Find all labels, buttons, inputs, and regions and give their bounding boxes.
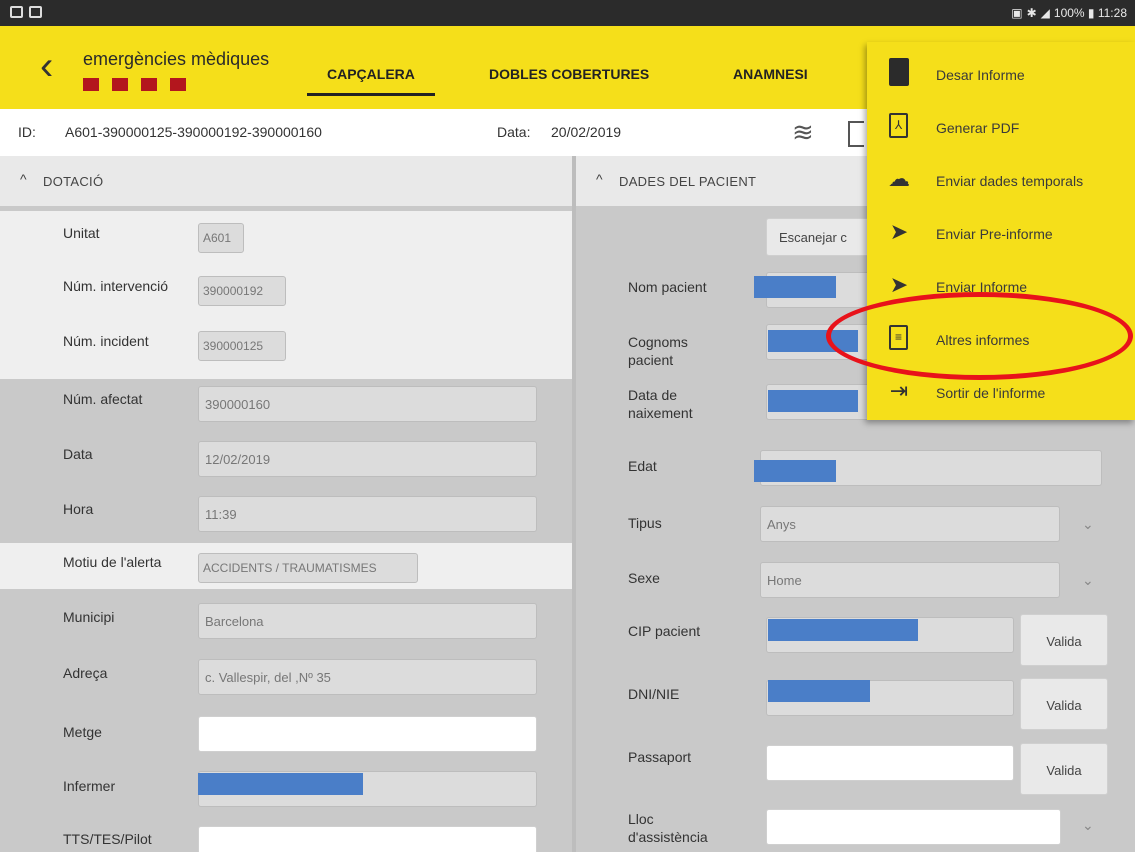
- id-label: ID:: [18, 124, 36, 140]
- valida-passaport-button[interactable]: Valida: [1020, 743, 1108, 795]
- tab-anamnesi[interactable]: ANAMNESI: [733, 66, 808, 82]
- menu-item-label: Enviar dades temporals: [936, 173, 1084, 189]
- passaport-label: Passaport: [628, 749, 692, 765]
- data-label: Data: [63, 446, 93, 462]
- tts-input[interactable]: [198, 826, 537, 852]
- menu-item-enviar-informe[interactable]: ➤ Enviar Informe: [867, 262, 1135, 314]
- num-afectat-field: 390000160: [198, 386, 537, 422]
- sexe-label: Sexe: [628, 570, 660, 586]
- chevron-up-icon: ^: [596, 171, 603, 187]
- menu-item-label: Enviar Informe: [936, 279, 1028, 295]
- redacted-value: [768, 680, 870, 702]
- menu-item-altres-informes[interactable]: ≡ Altres informes: [867, 315, 1135, 367]
- date-value: 20/02/2019: [551, 124, 622, 140]
- num-intervencio-field: 390000192: [198, 276, 286, 306]
- adreca-field: c. Vallespir, del ,Nº 35: [198, 659, 537, 695]
- menu-item-enviar-dades-temporals[interactable]: ☁ Enviar dades temporals: [867, 156, 1135, 208]
- edat-label: Edat: [628, 458, 657, 474]
- chevron-down-icon[interactable]: ⌄: [1082, 817, 1094, 834]
- status-text: 100% ▮ 11:28: [1053, 6, 1127, 20]
- redacted-value: [768, 619, 918, 641]
- sd-card-icon: [889, 58, 909, 86]
- unitat-label: Unitat: [63, 225, 100, 241]
- menu-item-label: Altres informes: [936, 332, 1030, 348]
- wifi-icon[interactable]: ≋: [792, 117, 814, 148]
- cip-label: CIP pacient: [628, 623, 701, 639]
- menu-item-label: Generar PDF: [936, 120, 1020, 136]
- lloc-assistencia-label: Lloc d'assistència: [628, 811, 708, 845]
- menu-item-label: Desar Informe: [936, 67, 1025, 83]
- motiu-field: ACCIDENTS / TRAUMATISMES: [198, 553, 418, 583]
- cloud-upload-icon: ☁: [888, 166, 910, 191]
- signal-icon: ◢: [1040, 6, 1050, 20]
- notification-icon: [29, 6, 42, 18]
- cognoms-label: Cognoms pacient: [628, 334, 688, 368]
- metge-label: Metge: [63, 724, 102, 740]
- redacted-value: [754, 276, 836, 298]
- valida-dni-button[interactable]: Valida: [1020, 678, 1108, 730]
- options-menu: Desar Informe ⅄ Generar PDF ☁ Enviar dad…: [867, 42, 1135, 420]
- num-incident-field: 390000125: [198, 331, 286, 361]
- dotacio-title: DOTACIÓ: [43, 174, 104, 189]
- logo-squares: [83, 78, 186, 91]
- menu-item-sortir[interactable]: ⇥ Sortir de l'informe: [867, 368, 1135, 420]
- menu-item-desar-informe[interactable]: Desar Informe: [867, 50, 1135, 102]
- send-icon: ➤: [889, 272, 909, 297]
- document-icon[interactable]: [848, 121, 864, 147]
- tipus-label: Tipus: [628, 515, 662, 531]
- num-afectat-label: Núm. afectat: [63, 391, 143, 407]
- dotacio-header[interactable]: ^ DOTACIÓ: [0, 156, 572, 206]
- status-bar: ▣ ✱ ◢ 100% ▮ 11:28: [0, 0, 1135, 26]
- send-icon: ➤: [889, 219, 909, 244]
- data-field: 12/02/2019: [198, 441, 537, 477]
- tts-label: TTS/TES/Pilot: [63, 831, 152, 847]
- nom-pacient-label: Nom pacient: [628, 279, 707, 295]
- dotacio-panel: ^ DOTACIÓ Unitat A601 Núm. intervenció 3…: [0, 156, 572, 852]
- motiu-label: Motiu de l'alerta: [63, 554, 162, 570]
- infermer-label: Infermer: [63, 778, 116, 794]
- hora-field: 11:39: [198, 496, 537, 532]
- pdf-icon: ⅄: [889, 113, 908, 138]
- lloc-assistencia-select[interactable]: [766, 809, 1061, 845]
- date-label: Data:: [497, 124, 531, 140]
- tipus-select[interactable]: Anys: [760, 506, 1060, 542]
- dni-label: DNI/NIE: [628, 686, 680, 702]
- tab-dobles-cobertures[interactable]: DOBLES COBERTURES: [489, 66, 649, 82]
- num-incident-label: Núm. incident: [63, 333, 149, 349]
- data-naixement-label: Data de naixement: [628, 387, 693, 421]
- cast-icon: ▣: [1011, 6, 1023, 20]
- adreca-label: Adreça: [63, 665, 108, 681]
- municipi-label: Municipi: [63, 609, 115, 625]
- chevron-down-icon[interactable]: ⌄: [1082, 572, 1094, 589]
- redacted-value: [768, 390, 858, 412]
- chevron-down-icon[interactable]: ⌄: [1082, 516, 1094, 533]
- back-arrow-icon[interactable]: ‹: [40, 46, 53, 86]
- tab-capcalera[interactable]: CAPÇALERA: [307, 66, 435, 96]
- menu-item-label: Enviar Pre-informe: [936, 226, 1053, 242]
- metge-input[interactable]: [198, 716, 537, 752]
- bluetooth-icon: ✱: [1026, 6, 1037, 20]
- hora-label: Hora: [63, 501, 94, 517]
- redacted-value: [768, 330, 858, 352]
- document-icon: ≡: [889, 325, 908, 350]
- menu-item-enviar-pre-informe[interactable]: ➤ Enviar Pre-informe: [867, 209, 1135, 261]
- unitat-field: A601: [198, 223, 244, 253]
- menu-item-label: Sortir de l'informe: [936, 385, 1046, 401]
- chevron-up-icon: ^: [20, 171, 27, 187]
- logo-text: emergències mèdiques: [83, 49, 270, 69]
- sexe-select[interactable]: Home: [760, 562, 1060, 598]
- exit-icon: ⇥: [889, 378, 909, 403]
- pacient-title: DADES DEL PACIENT: [619, 174, 757, 189]
- redacted-value: [198, 773, 363, 795]
- municipi-field: Barcelona: [198, 603, 537, 639]
- passaport-input[interactable]: [766, 745, 1014, 781]
- valida-cip-button[interactable]: Valida: [1020, 614, 1108, 666]
- gallery-icon: [10, 6, 23, 18]
- redacted-value: [754, 460, 836, 482]
- menu-item-generar-pdf[interactable]: ⅄ Generar PDF: [867, 103, 1135, 155]
- id-value: A601-390000125-390000192-390000160: [65, 124, 322, 140]
- num-intervencio-label: Núm. intervenció: [63, 278, 169, 294]
